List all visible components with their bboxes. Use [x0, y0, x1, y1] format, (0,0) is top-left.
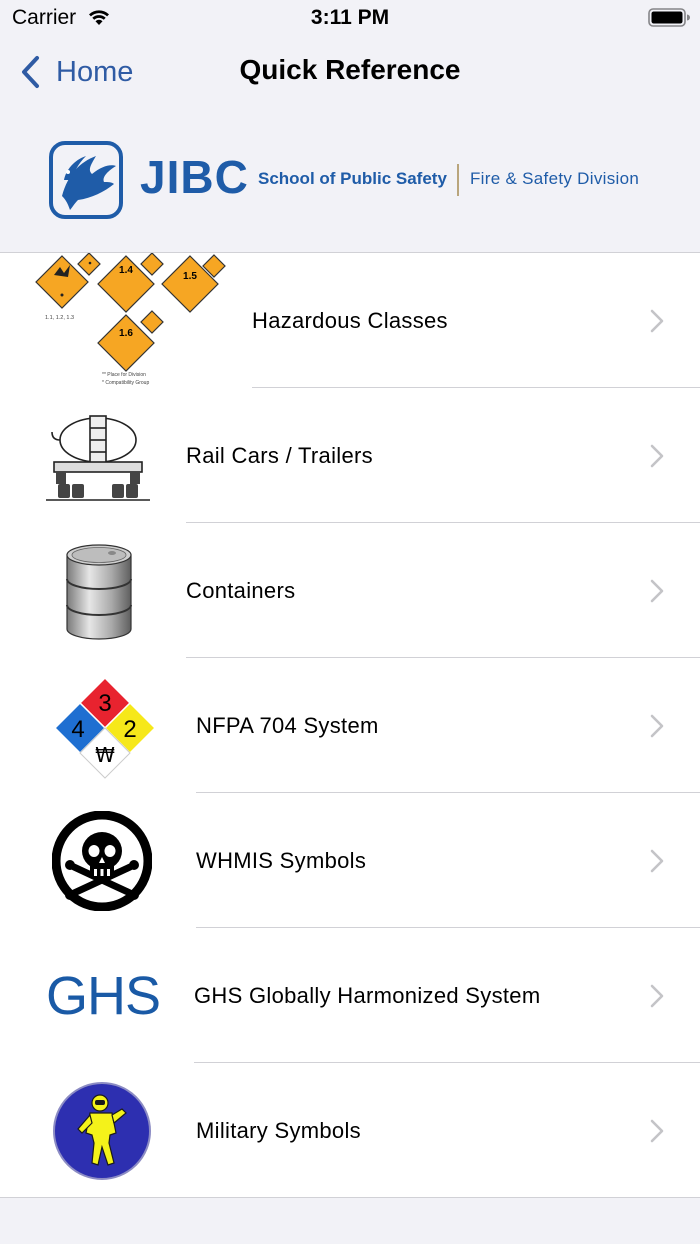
- chevron-right-icon: [650, 984, 664, 1008]
- list-item-containers[interactable]: Containers: [0, 523, 700, 658]
- school-label: School of Public Safety: [258, 169, 447, 188]
- nfpa-instability-value: 2: [123, 716, 136, 743]
- placard-1-6: 1.6: [119, 328, 133, 339]
- jibc-wordmark: JIBC: [140, 151, 249, 203]
- chevron-right-icon: [650, 579, 664, 603]
- nfpa-special-value: ₩: [95, 743, 115, 767]
- placard-note-2: * Compatibility Group: [102, 380, 149, 386]
- nfpa-diamond-icon: 3 4 2 ₩: [53, 676, 157, 779]
- list-item-nfpa-704[interactable]: 3 4 2 ₩ NFPA 704 System: [0, 658, 700, 793]
- page-title: Quick Reference: [239, 54, 461, 85]
- list-item-label: WHMIS Symbols: [196, 847, 367, 873]
- steel-drum-icon: [66, 544, 132, 640]
- explosive-placards-icon: 1.4 1.5 1.6 1.1, 1.2, 1.3 ** Place for D…: [35, 253, 226, 386]
- chevron-right-icon: [650, 309, 664, 333]
- list-item-label: Containers: [186, 577, 296, 603]
- list-item-label: NFPA 704 System: [196, 712, 379, 738]
- placard-note-1: ** Place for Division: [102, 372, 146, 378]
- placard-1-5: 1.5: [183, 271, 197, 282]
- list-item-label: GHS Globally Harmonized System: [194, 982, 541, 1008]
- banner-divider: [457, 164, 459, 196]
- battery-icon: [648, 8, 690, 27]
- list-item-whmis-symbols[interactable]: WHMIS Symbols: [0, 793, 700, 928]
- list-item-rail-cars-trailers[interactable]: Rail Cars / Trailers: [0, 388, 700, 523]
- list-item-label: Military Symbols: [196, 1117, 361, 1143]
- eagle-logo-icon: [49, 141, 123, 219]
- chevron-right-icon: [650, 1119, 664, 1143]
- nfpa-health-value: 4: [71, 716, 84, 743]
- list-item-hazardous-classes[interactable]: 1.4 1.5 1.6 1.1, 1.2, 1.3 ** Place for D…: [0, 253, 700, 388]
- skull-crossbones-icon: [52, 811, 152, 911]
- list-item-military-symbols[interactable]: Military Symbols: [0, 1063, 700, 1198]
- tank-trailer-icon: [46, 415, 150, 501]
- hazmat-suit-person-icon: [53, 1082, 151, 1180]
- brand-banner: JIBC School of Public Safety Fire & Safe…: [0, 120, 700, 240]
- reference-list: 1.4 1.5 1.6 1.1, 1.2, 1.3 ** Place for D…: [0, 252, 700, 1198]
- placard-1-4: 1.4: [119, 265, 133, 276]
- division-label: Fire & Safety Division: [470, 169, 640, 188]
- navigation-bar: Home Quick Reference: [0, 40, 700, 104]
- status-time: 3:11 PM: [310, 6, 390, 29]
- nfpa-flammability-value: 3: [98, 690, 111, 717]
- list-item-label: Hazardous Classes: [252, 307, 448, 333]
- list-item-ghs[interactable]: GHS GHS Globally Harmonized System: [0, 928, 700, 1063]
- ghs-logo-text: GHS: [46, 966, 161, 1026]
- chevron-right-icon: [650, 714, 664, 738]
- placard-group-label: 1.1, 1.2, 1.3: [45, 315, 74, 321]
- status-bar: Carrier 3:11 PM: [0, 0, 700, 36]
- chevron-right-icon: [650, 444, 664, 468]
- list-item-label: Rail Cars / Trailers: [186, 442, 373, 468]
- chevron-right-icon: [650, 849, 664, 873]
